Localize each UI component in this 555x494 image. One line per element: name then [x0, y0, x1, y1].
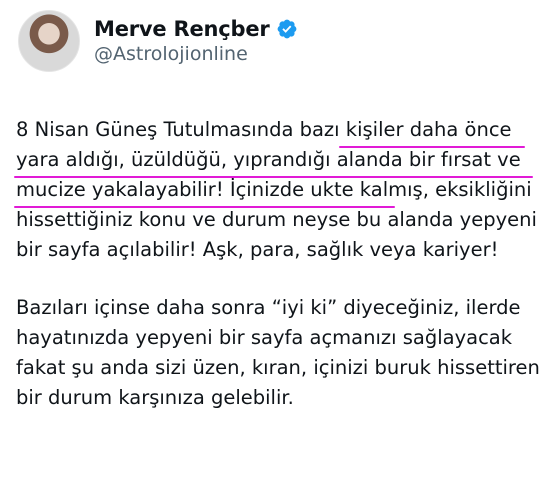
highlight-underline — [339, 146, 525, 148]
name-row: Merve Rençber — [94, 17, 298, 41]
verified-badge-icon[interactable] — [276, 18, 298, 40]
author-info: Merve Rençber @Astrolojionline — [94, 17, 298, 65]
author-display-name[interactable]: Merve Rençber — [94, 17, 270, 41]
highlight-underline — [14, 176, 533, 178]
avatar[interactable] — [18, 10, 80, 72]
highlight-underline — [14, 206, 395, 208]
tweet-header: Merve Rençber @Astrolojionline — [18, 10, 298, 72]
tweet-paragraph-1: 8 Nisan Güneş Tutulmasında bazı kişiler … — [16, 118, 537, 261]
author-handle[interactable]: @Astrolojionline — [94, 43, 298, 65]
tweet-text: 8 Nisan Güneş Tutulmasında bazı kişiler … — [16, 115, 544, 413]
tweet-paragraph-2: Bazıları içinse daha sonra “iyi ki” diye… — [16, 296, 540, 409]
